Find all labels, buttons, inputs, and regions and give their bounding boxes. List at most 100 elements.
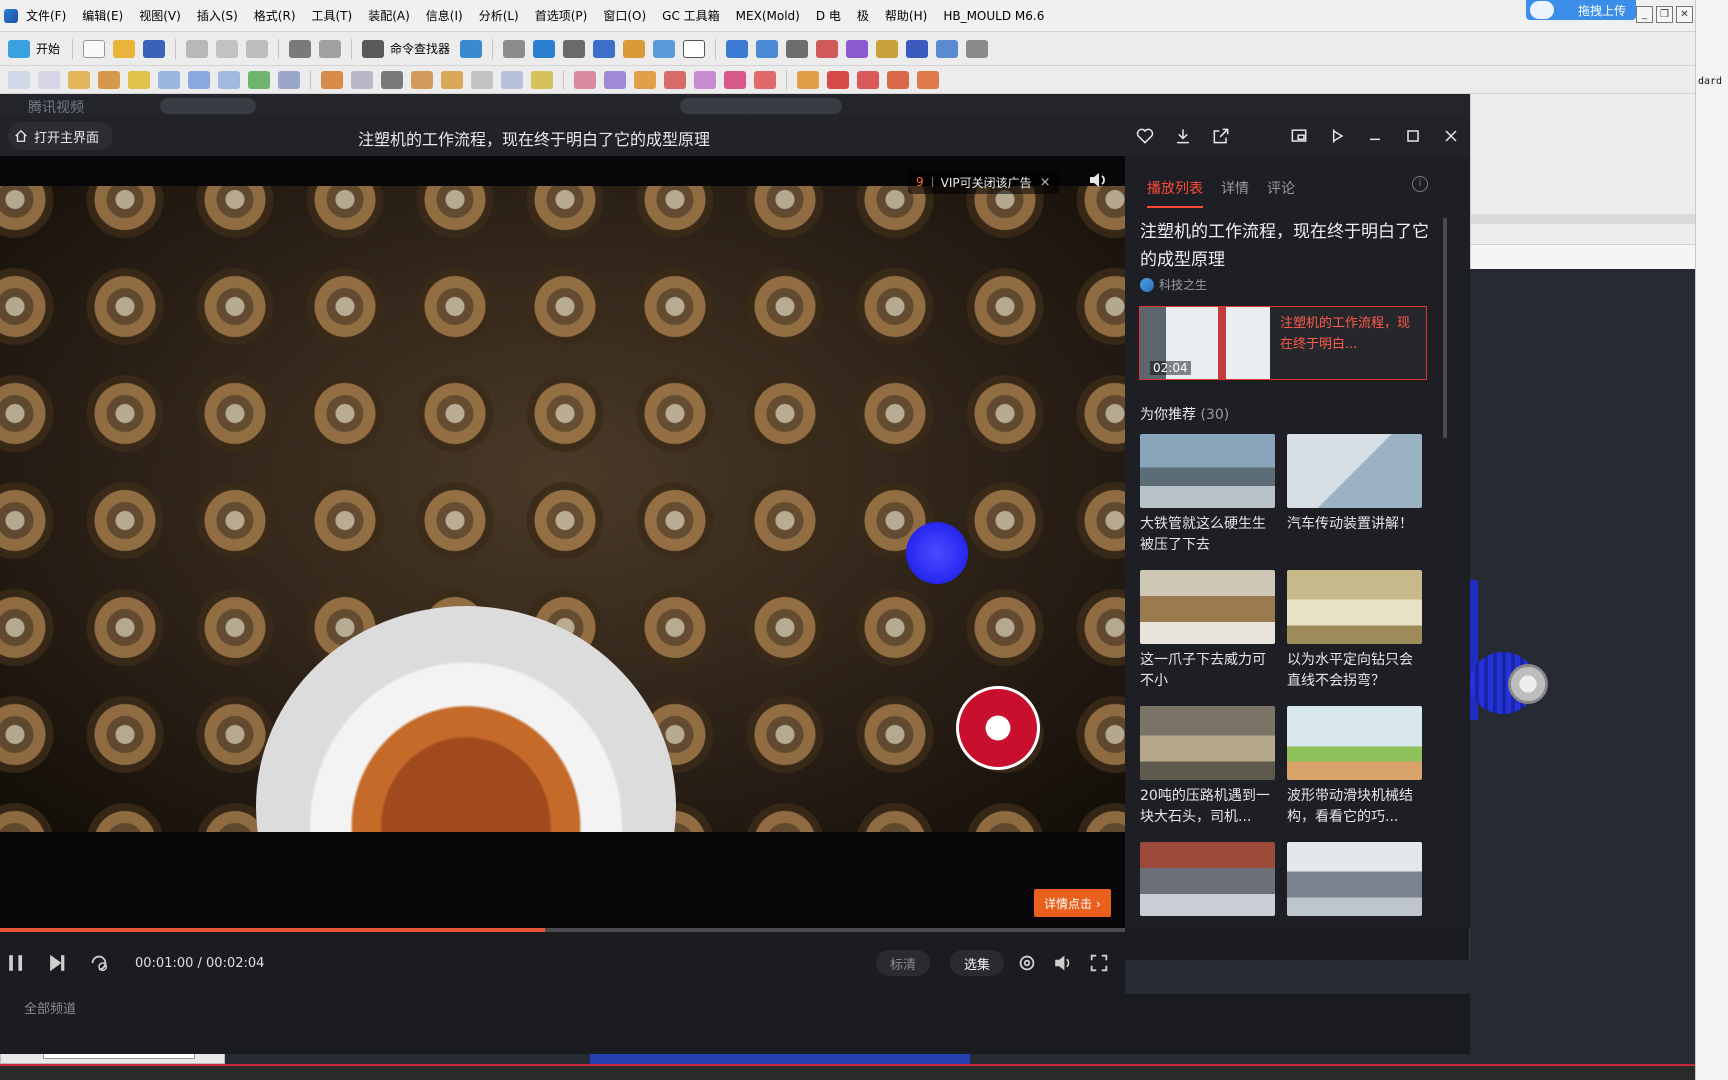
pause-button[interactable]: [6, 952, 28, 978]
revolve-icon[interactable]: [98, 70, 120, 89]
menu-preferences[interactable]: 首选项(P): [535, 7, 588, 24]
sketch-icon[interactable]: [8, 70, 30, 89]
offset-icon[interactable]: [248, 70, 270, 89]
save-icon[interactable]: [143, 39, 166, 58]
start-button[interactable]: 开始: [36, 40, 60, 57]
spline-icon[interactable]: [917, 70, 939, 89]
ejector-icon[interactable]: [664, 70, 686, 89]
pin-button[interactable]: [1318, 116, 1356, 156]
clip-icon[interactable]: [653, 39, 676, 58]
menu-format[interactable]: 格式(R): [254, 7, 296, 24]
menu-view[interactable]: 视图(V): [139, 7, 181, 24]
menu-gc-toolbox[interactable]: GC 工具箱: [662, 7, 720, 24]
menu-assembly[interactable]: 装配(A): [368, 7, 410, 24]
menu-tools[interactable]: 工具(T): [312, 7, 353, 24]
tab-details[interactable]: 详情: [1221, 178, 1249, 208]
analyze-icon[interactable]: [906, 39, 929, 58]
tab-comments[interactable]: 评论: [1267, 178, 1295, 208]
gate-icon[interactable]: [724, 70, 746, 89]
menu-help[interactable]: 帮助(H): [885, 7, 927, 24]
share-button[interactable]: [1202, 116, 1240, 156]
ad-badge[interactable]: 9 VIP可关闭该广告 ×: [908, 170, 1059, 194]
undo-icon[interactable]: [289, 39, 312, 58]
arc-icon[interactable]: [887, 70, 909, 89]
parting-icon[interactable]: [604, 70, 626, 89]
drawing-icon[interactable]: [797, 70, 819, 89]
mesh-icon[interactable]: [188, 70, 210, 89]
sweep-icon[interactable]: [128, 70, 150, 89]
dimension-icon[interactable]: [936, 39, 959, 58]
menu-electrode[interactable]: D 电: [816, 7, 841, 24]
menu-hb-mould[interactable]: HB_MOULD M6.6: [943, 9, 1044, 23]
pattern-icon[interactable]: [471, 70, 493, 89]
command-finder-button[interactable]: 命令查找器: [390, 40, 450, 57]
menu-pole[interactable]: 极: [857, 7, 869, 24]
snap-icon[interactable]: [876, 39, 899, 58]
recommend-card[interactable]: 波形带动滑块机械结构，看看它的巧...: [1287, 706, 1422, 828]
role-icon[interactable]: [460, 39, 483, 58]
cooling-icon[interactable]: [694, 70, 716, 89]
video-area[interactable]: 9 VIP可关闭该广告 × 详情点击 ›: [0, 156, 1125, 928]
fit-view-icon[interactable]: [533, 39, 556, 58]
cube-view-icon[interactable]: [593, 39, 616, 58]
select-icon[interactable]: [503, 39, 526, 58]
upload-button[interactable]: 拖拽上传: [1526, 0, 1636, 20]
maximize-button[interactable]: [1394, 116, 1432, 156]
minimize-button[interactable]: [1356, 116, 1394, 156]
recommend-card[interactable]: 以为水平定向钻只会直线不会拐弯？: [1287, 570, 1422, 692]
close-icon[interactable]: ✕: [1676, 6, 1693, 23]
new-file-icon[interactable]: [83, 39, 106, 58]
transform-icon[interactable]: [726, 39, 749, 58]
fullscreen-button[interactable]: [1088, 952, 1110, 978]
author-name[interactable]: 科技之生: [1159, 276, 1207, 293]
copy-icon[interactable]: [216, 39, 239, 58]
ad-vip-text[interactable]: VIP可关闭该广告: [941, 174, 1032, 191]
recommend-card[interactable]: 大铁管就这么硬生生被压了下去: [1140, 434, 1275, 556]
menu-edit[interactable]: 编辑(E): [82, 7, 123, 24]
mini-mode-button[interactable]: [1280, 116, 1318, 156]
recommend-card[interactable]: 这一爪子下去威力可不小: [1140, 570, 1275, 692]
layer-icon[interactable]: [623, 39, 646, 58]
shell-icon[interactable]: [278, 70, 300, 89]
mold-tool-icon[interactable]: [574, 70, 596, 89]
close-button[interactable]: [1432, 116, 1470, 156]
chamfer-icon[interactable]: [351, 70, 373, 89]
open-folder-icon[interactable]: [113, 39, 136, 58]
grid-icon[interactable]: [218, 70, 240, 89]
author-row[interactable]: 科技之生: [1140, 276, 1207, 293]
measure-icon[interactable]: [816, 39, 839, 58]
menu-info[interactable]: 信息(I): [426, 7, 463, 24]
boolean-icon[interactable]: [531, 70, 553, 89]
tab-playlist[interactable]: 播放列表: [1147, 178, 1203, 208]
surface-icon[interactable]: [158, 70, 180, 89]
recommend-card[interactable]: 汽车传动装置讲解！: [1287, 434, 1422, 556]
settings-button[interactable]: [1016, 952, 1038, 978]
download-button[interactable]: [1164, 116, 1202, 156]
menu-analysis[interactable]: 分析(L): [479, 7, 519, 24]
mirror-icon[interactable]: [501, 70, 523, 89]
episodes-button[interactable]: 选集: [950, 950, 1005, 976]
sidebar-scrollbar[interactable]: [1443, 218, 1447, 438]
next-button[interactable]: [46, 952, 68, 978]
menu-window[interactable]: 窗口(O): [603, 7, 646, 24]
favorite-button[interactable]: [1126, 116, 1164, 156]
all-channels-link[interactable]: 全部频道: [24, 998, 76, 1017]
redo-icon[interactable]: [319, 39, 342, 58]
ruler-icon[interactable]: [966, 39, 989, 58]
trim-icon[interactable]: [411, 70, 433, 89]
info-icon[interactable]: i: [1412, 176, 1428, 192]
current-playlist-item[interactable]: 02:04 注塑机的工作流程，现在终于明白...: [1139, 306, 1427, 380]
paste-icon[interactable]: [246, 39, 269, 58]
move-icon[interactable]: [756, 39, 779, 58]
wcs-icon[interactable]: [846, 39, 869, 58]
ad-close-icon[interactable]: ×: [1040, 175, 1051, 190]
plane-icon[interactable]: [38, 70, 60, 89]
line-icon[interactable]: [857, 70, 879, 89]
recommend-card[interactable]: [1287, 842, 1422, 964]
draft-icon[interactable]: [381, 70, 403, 89]
cut-icon[interactable]: [186, 39, 209, 58]
ad-detail-button[interactable]: 详情点击 ›: [1034, 889, 1111, 917]
recommend-card[interactable]: [1140, 842, 1275, 964]
restore-icon[interactable]: ❐: [1656, 6, 1673, 23]
render-style-icon[interactable]: [563, 39, 586, 58]
